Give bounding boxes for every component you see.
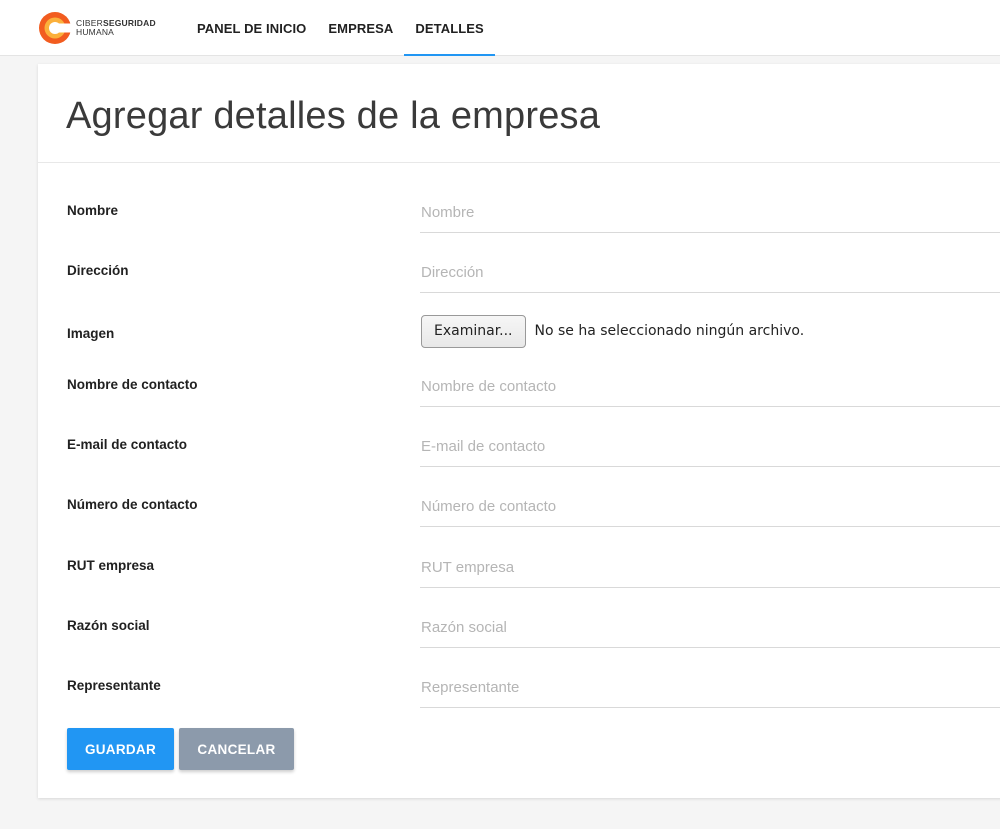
main-nav: PANEL DE INICIO EMPRESA DETALLES — [186, 0, 496, 56]
ciberseguridad-logo-icon — [39, 12, 72, 44]
rut-empresa-input[interactable] — [420, 548, 1000, 588]
field-label-rut: RUT empresa — [67, 558, 155, 573]
file-status-text: No se ha seleccionado ningún archivo. — [534, 323, 805, 339]
field-label-direccion: Dirección — [67, 263, 129, 278]
field-row-direccion: Dirección — [38, 253, 1000, 293]
field-row-rut: RUT empresa — [38, 548, 1000, 588]
nav-detalles[interactable]: DETALLES — [404, 0, 496, 56]
save-button[interactable]: GUARDAR — [67, 728, 174, 770]
field-row-representante: Representante — [38, 668, 1000, 708]
field-row-nombre: Nombre — [38, 193, 1000, 233]
field-row-nombre-contacto: Nombre de contacto — [38, 367, 1000, 407]
field-label-razon-social: Razón social — [67, 618, 150, 633]
field-label-nombre: Nombre — [67, 203, 119, 218]
field-row-imagen: Imagen Examinar... No se ha seleccionado… — [38, 314, 1000, 354]
email-contacto-input[interactable] — [420, 427, 1000, 467]
browse-file-button[interactable]: Examinar... — [421, 314, 526, 348]
field-row-razon-social: Razón social — [38, 608, 1000, 648]
brand-wordmark: CIBERSEGURIDAD HUMANA — [76, 19, 156, 37]
field-label-representante: Representante — [67, 678, 161, 693]
field-label-imagen: Imagen — [67, 326, 115, 341]
field-label-email-contacto: E-mail de contacto — [67, 437, 188, 452]
field-row-email-contacto: E-mail de contacto — [38, 427, 1000, 467]
razon-social-input[interactable] — [420, 608, 1000, 648]
page-title: Agregar detalles de la empresa — [66, 95, 601, 137]
nombre-contacto-input[interactable] — [420, 367, 1000, 407]
direccion-input[interactable] — [420, 253, 1000, 293]
field-label-numero-contacto: Número de contacto — [67, 497, 198, 512]
field-row-numero-contacto: Número de contacto — [38, 487, 1000, 527]
nombre-input[interactable] — [420, 193, 1000, 233]
brand-line2: HUMANA — [76, 27, 115, 37]
cancel-button[interactable]: CANCELAR — [179, 728, 294, 770]
top-navbar: CIBERSEGURIDAD HUMANA PANEL DE INICIO EM… — [0, 0, 1000, 56]
nav-empresa[interactable]: EMPRESA — [317, 0, 404, 56]
numero-contacto-input[interactable] — [420, 487, 1000, 527]
brand-logo[interactable]: CIBERSEGURIDAD HUMANA — [38, 12, 156, 44]
image-file-picker: Examinar... No se ha seleccionado ningún… — [421, 314, 804, 348]
field-label-nombre-contacto: Nombre de contacto — [67, 377, 198, 392]
nav-panel-de-inicio[interactable]: PANEL DE INICIO — [186, 0, 317, 56]
card-header: Agregar detalles de la empresa — [38, 64, 1000, 163]
representante-input[interactable] — [420, 668, 1000, 708]
company-details-card: Agregar detalles de la empresa Nombre Di… — [38, 64, 1000, 798]
